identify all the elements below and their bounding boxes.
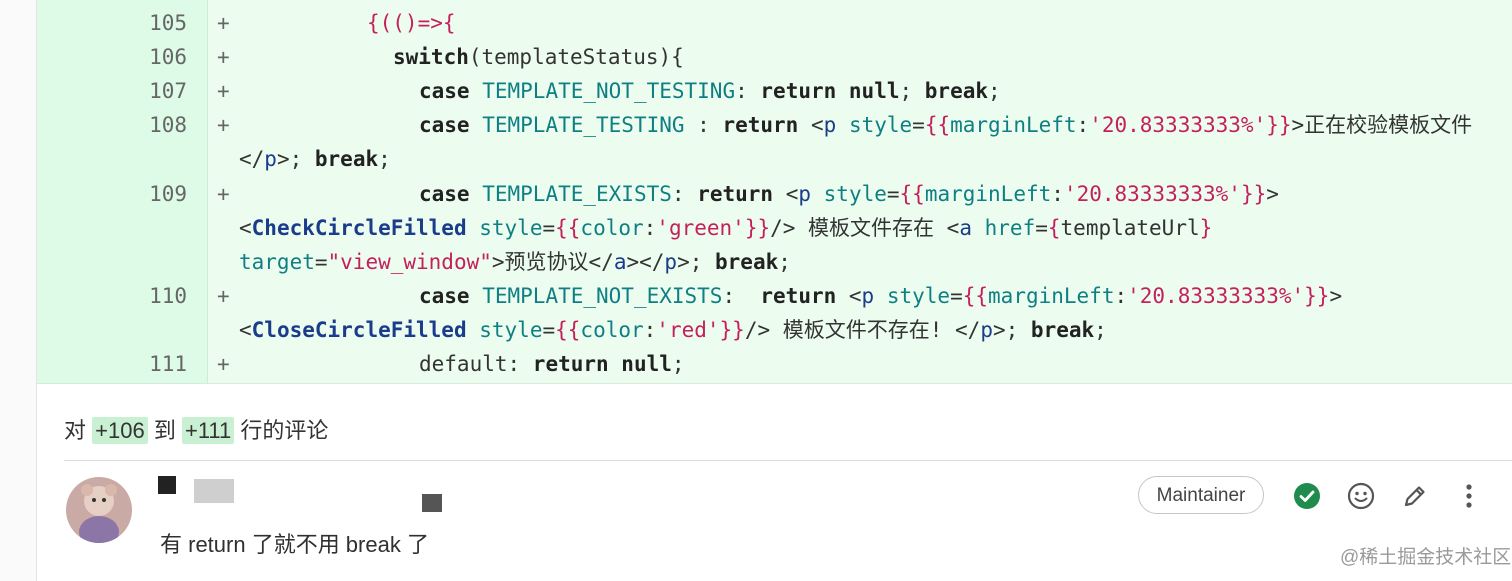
more-vertical-icon[interactable]	[1454, 481, 1484, 511]
diff-line-wrap: </p>; break;	[37, 142, 1512, 176]
diff-line: 110 + case TEMPLATE_NOT_EXISTS: return <…	[37, 279, 1512, 313]
avatar[interactable]	[66, 477, 132, 543]
added-marker: +	[217, 11, 230, 35]
watermark: @稀土掘金技术社区	[1340, 547, 1512, 568]
emoji-icon[interactable]	[1346, 481, 1376, 511]
left-rail	[0, 0, 37, 581]
diff-line: 109 + case TEMPLATE_EXISTS: return <p st…	[37, 177, 1512, 211]
code-text: </p>; break;	[239, 147, 391, 171]
diff-line-wrap: <CloseCircleFilled style={{color:'red'}}…	[37, 313, 1512, 347]
code-text: case TEMPLATE_NOT_TESTING: return null; …	[419, 79, 1001, 103]
diff-view: 105 + {(()=>{ 106 + switch(templateStatu…	[37, 0, 1512, 384]
comment-divider	[64, 460, 1512, 461]
range-suffix: 行的评论	[240, 418, 329, 443]
diff-line: 105 + {(()=>{	[37, 6, 1512, 40]
code-text: <CheckCircleFilled style={{color:'green'…	[239, 216, 1213, 240]
resolve-check-icon[interactable]	[1292, 481, 1322, 511]
diff-line: 107 + case TEMPLATE_NOT_TESTING: return …	[37, 74, 1512, 108]
redacted-username	[422, 494, 442, 512]
added-marker: +	[217, 352, 230, 376]
redacted-username	[194, 479, 234, 503]
comment-range-heading: 对 +106 到 +111 行的评论	[64, 413, 328, 445]
code-text: case TEMPLATE_TESTING : return <p style=…	[419, 113, 1473, 137]
range-start-line[interactable]: +106	[92, 417, 148, 444]
line-number[interactable]: 107	[121, 74, 187, 108]
added-marker: +	[217, 113, 230, 137]
code-text: case TEMPLATE_EXISTS: return <p style={{…	[419, 182, 1279, 206]
range-middle: 到	[153, 418, 176, 443]
code-text: {(()=>{	[367, 11, 456, 35]
line-number[interactable]: 105	[121, 6, 187, 40]
line-number[interactable]: 108	[121, 108, 187, 142]
maintainer-badge: Maintainer	[1138, 476, 1264, 514]
line-number[interactable]: 111	[121, 347, 187, 381]
added-marker: +	[217, 45, 230, 69]
edit-pencil-icon[interactable]	[1400, 481, 1430, 511]
added-marker: +	[217, 182, 230, 206]
line-number[interactable]: 110	[121, 279, 187, 313]
line-number[interactable]: 106	[121, 40, 187, 74]
range-prefix: 对	[64, 418, 87, 443]
diff-line-wrap: <CheckCircleFilled style={{color:'green'…	[37, 211, 1512, 245]
range-end-line[interactable]: +111	[181, 417, 235, 444]
diff-line: 106 + switch(templateStatus){	[37, 40, 1512, 74]
code-text: switch(templateStatus){	[393, 45, 684, 69]
code-text: target="view_window">预览协议</a></p>; break…	[239, 250, 791, 274]
code-text: case TEMPLATE_NOT_EXISTS: return <p styl…	[419, 284, 1343, 308]
redacted-username	[158, 476, 176, 494]
added-marker: +	[217, 284, 230, 308]
comment-body: 有 return 了就不用 break 了	[160, 532, 429, 557]
diff-line: 111 + default: return null;	[37, 347, 1512, 381]
line-number[interactable]: 109	[121, 177, 187, 211]
diff-line-wrap: target="view_window">预览协议</a></p>; break…	[37, 245, 1512, 279]
code-text: <CloseCircleFilled style={{color:'red'}}…	[239, 318, 1107, 342]
code-text: default: return null;	[419, 352, 685, 376]
diff-line: 108 + case TEMPLATE_TESTING : return <p …	[37, 108, 1512, 142]
added-marker: +	[217, 79, 230, 103]
